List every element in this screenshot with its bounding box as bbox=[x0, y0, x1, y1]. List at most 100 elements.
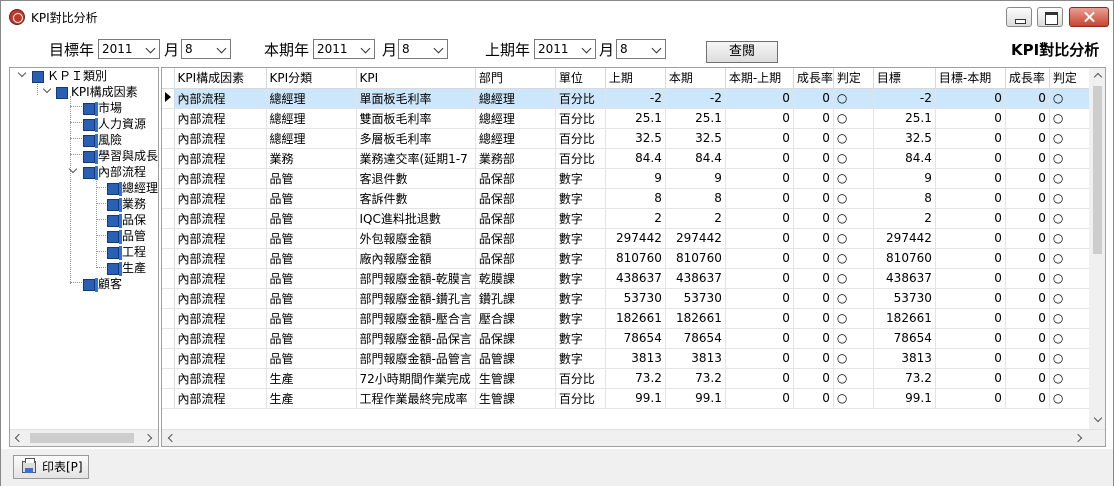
table-cell[interactable]: 總經理 bbox=[266, 108, 357, 129]
table-cell[interactable]: 內部流程 bbox=[174, 368, 267, 389]
table-cell[interactable]: 0 bbox=[725, 128, 794, 149]
table-cell[interactable]: 內部流程 bbox=[174, 188, 267, 209]
table-cell[interactable]: 0 bbox=[725, 348, 794, 369]
table-cell[interactable]: ○ bbox=[833, 188, 874, 209]
table-cell[interactable]: 雙面板毛利率 bbox=[356, 108, 476, 129]
table-cell[interactable]: 部門報廢金額-鑽孔言 bbox=[356, 288, 476, 309]
table-cell[interactable]: 0 bbox=[935, 168, 1006, 189]
table-cell[interactable]: 0 bbox=[725, 148, 794, 169]
table-vertical-scrollbar[interactable] bbox=[1089, 68, 1105, 429]
table-cell[interactable]: 3813 bbox=[665, 348, 726, 369]
scroll-thumb[interactable] bbox=[30, 433, 134, 443]
table-cell[interactable]: 鑽孔課 bbox=[475, 288, 556, 309]
table-cell[interactable]: 工程作業最終完成率 bbox=[356, 388, 476, 409]
column-header[interactable]: 判定 bbox=[833, 68, 874, 89]
column-header[interactable]: 判定 bbox=[1049, 68, 1090, 89]
table-cell[interactable]: 0 bbox=[725, 88, 794, 109]
table-cell[interactable]: 品管 bbox=[266, 308, 357, 329]
tree-subitem-production[interactable]: 生產 bbox=[107, 260, 146, 276]
tree-item-risk[interactable]: 風險 bbox=[83, 132, 122, 148]
table-cell[interactable]: 數字 bbox=[555, 168, 606, 189]
table-cell[interactable]: 0 bbox=[725, 388, 794, 409]
column-header[interactable]: 成長率 bbox=[1005, 68, 1050, 89]
table-cell[interactable]: 9 bbox=[665, 168, 726, 189]
table-cell[interactable]: 0 bbox=[935, 208, 1006, 229]
table-cell[interactable]: 0 bbox=[725, 188, 794, 209]
table-cell[interactable]: 業務部 bbox=[475, 148, 556, 169]
table-cell[interactable]: ○ bbox=[833, 288, 874, 309]
table-cell[interactable]: 3813 bbox=[873, 348, 936, 369]
column-header[interactable]: 上期 bbox=[605, 68, 666, 89]
table-cell[interactable]: 品保課 bbox=[475, 328, 556, 349]
table-cell[interactable]: 0 bbox=[1005, 148, 1050, 169]
column-header[interactable]: 本期-上期 bbox=[725, 68, 794, 89]
table-cell[interactable]: 9 bbox=[605, 168, 666, 189]
table-cell[interactable]: 品管 bbox=[266, 248, 357, 269]
table-cell[interactable]: 438637 bbox=[665, 268, 726, 289]
table-cell[interactable]: 0 bbox=[725, 368, 794, 389]
tree-subitem-qc[interactable]: 品管 bbox=[107, 228, 146, 244]
table-cell[interactable]: 0 bbox=[935, 188, 1006, 209]
target-month-select[interactable]: 8 bbox=[181, 39, 231, 59]
table-cell[interactable]: ○ bbox=[1049, 308, 1090, 329]
collapse-toggle[interactable] bbox=[18, 70, 28, 80]
column-header[interactable]: 目標 bbox=[873, 68, 936, 89]
table-cell[interactable]: 0 bbox=[793, 288, 834, 309]
table-cell[interactable]: ○ bbox=[833, 348, 874, 369]
table-cell[interactable]: 品管 bbox=[266, 288, 357, 309]
table-cell[interactable]: 內部流程 bbox=[174, 268, 267, 289]
table-cell[interactable]: 25.1 bbox=[665, 108, 726, 129]
table-cell[interactable]: 0 bbox=[1005, 308, 1050, 329]
table-cell[interactable]: 297442 bbox=[873, 228, 936, 249]
table-cell[interactable]: 0 bbox=[793, 228, 834, 249]
table-cell[interactable]: 8 bbox=[605, 188, 666, 209]
table-cell[interactable]: 內部流程 bbox=[174, 308, 267, 329]
table-cell[interactable]: 內部流程 bbox=[174, 348, 267, 369]
table-cell[interactable]: 品保部 bbox=[475, 188, 556, 209]
table-cell[interactable]: 數字 bbox=[555, 288, 606, 309]
table-row[interactable]: 內部流程 生產 72小時期間作業完成 生管課 百分比 73.2 73.2 0 0 ○ 73.2 0 0 ○ bbox=[162, 368, 1090, 389]
table-row[interactable]: 內部流程 品管 部門報廢金額-品保言 品保課 數字 78654 78654 0 0 ○ 78654 0… bbox=[162, 328, 1090, 349]
table-cell[interactable]: -2 bbox=[665, 88, 726, 109]
table-cell[interactable]: 2 bbox=[665, 208, 726, 229]
table-row[interactable]: 內部流程 品管 部門報廢金額-鑽孔言 鑽孔課 數字 53730 53730 0 0 ○ 53730 0… bbox=[162, 288, 1090, 309]
table-cell[interactable]: ○ bbox=[833, 208, 874, 229]
table-cell[interactable]: 182661 bbox=[605, 308, 666, 329]
table-row[interactable]: 內部流程 品管 部門報廢金額-乾膜言 乾膜課 數字 438637 438637 0 0 ○ 4386… bbox=[162, 268, 1090, 289]
table-cell[interactable]: 0 bbox=[1005, 108, 1050, 129]
scroll-right-icon[interactable] bbox=[144, 433, 154, 443]
table-cell[interactable]: ○ bbox=[833, 228, 874, 249]
table-cell[interactable]: 0 bbox=[725, 208, 794, 229]
tree-item-learning[interactable]: 學習與成長 bbox=[83, 148, 158, 164]
table-cell[interactable]: 0 bbox=[725, 328, 794, 349]
table-cell[interactable]: 總經理 bbox=[266, 88, 357, 109]
table-cell[interactable]: 0 bbox=[793, 148, 834, 169]
table-row[interactable]: 內部流程 總經理 多層板毛利率 總經理 百分比 32.5 32.5 0 0 ○ 32.5 0 0 ○ bbox=[162, 128, 1090, 149]
table-cell[interactable]: 內部流程 bbox=[174, 288, 267, 309]
table-cell[interactable]: 數字 bbox=[555, 188, 606, 209]
minimize-button[interactable] bbox=[1006, 7, 1032, 27]
table-cell[interactable]: ○ bbox=[1049, 248, 1090, 269]
table-cell[interactable]: 0 bbox=[935, 308, 1006, 329]
table-cell[interactable]: ○ bbox=[833, 148, 874, 169]
table-row[interactable]: 內部流程 業務 業務達交率(延期1-7 業務部 百分比 84.4 84.4 0 0 ○ 84.4 0 0… bbox=[162, 148, 1090, 169]
print-button[interactable]: 印表[P] bbox=[13, 455, 89, 479]
table-cell[interactable]: 0 bbox=[935, 148, 1006, 169]
table-cell[interactable]: 百分比 bbox=[555, 148, 606, 169]
table-cell[interactable]: 客訴件數 bbox=[356, 188, 476, 209]
table-cell[interactable]: 單面板毛利率 bbox=[356, 88, 476, 109]
table-cell[interactable]: 乾膜課 bbox=[475, 268, 556, 289]
table-cell[interactable]: 84.4 bbox=[665, 148, 726, 169]
table-cell[interactable]: ○ bbox=[833, 248, 874, 269]
table-cell[interactable]: 百分比 bbox=[555, 388, 606, 409]
table-cell[interactable]: 總經理 bbox=[475, 108, 556, 129]
table-cell[interactable]: ○ bbox=[1049, 88, 1090, 109]
tree-item-internal-process[interactable]: 內部流程 bbox=[83, 164, 146, 180]
table-cell[interactable]: 0 bbox=[935, 88, 1006, 109]
table-cell[interactable]: 8 bbox=[665, 188, 726, 209]
table-cell[interactable]: -2 bbox=[605, 88, 666, 109]
table-cell[interactable]: 297442 bbox=[665, 228, 726, 249]
table-cell[interactable]: ○ bbox=[833, 108, 874, 129]
table-cell[interactable]: 0 bbox=[1005, 88, 1050, 109]
table-cell[interactable]: 百分比 bbox=[555, 88, 606, 109]
